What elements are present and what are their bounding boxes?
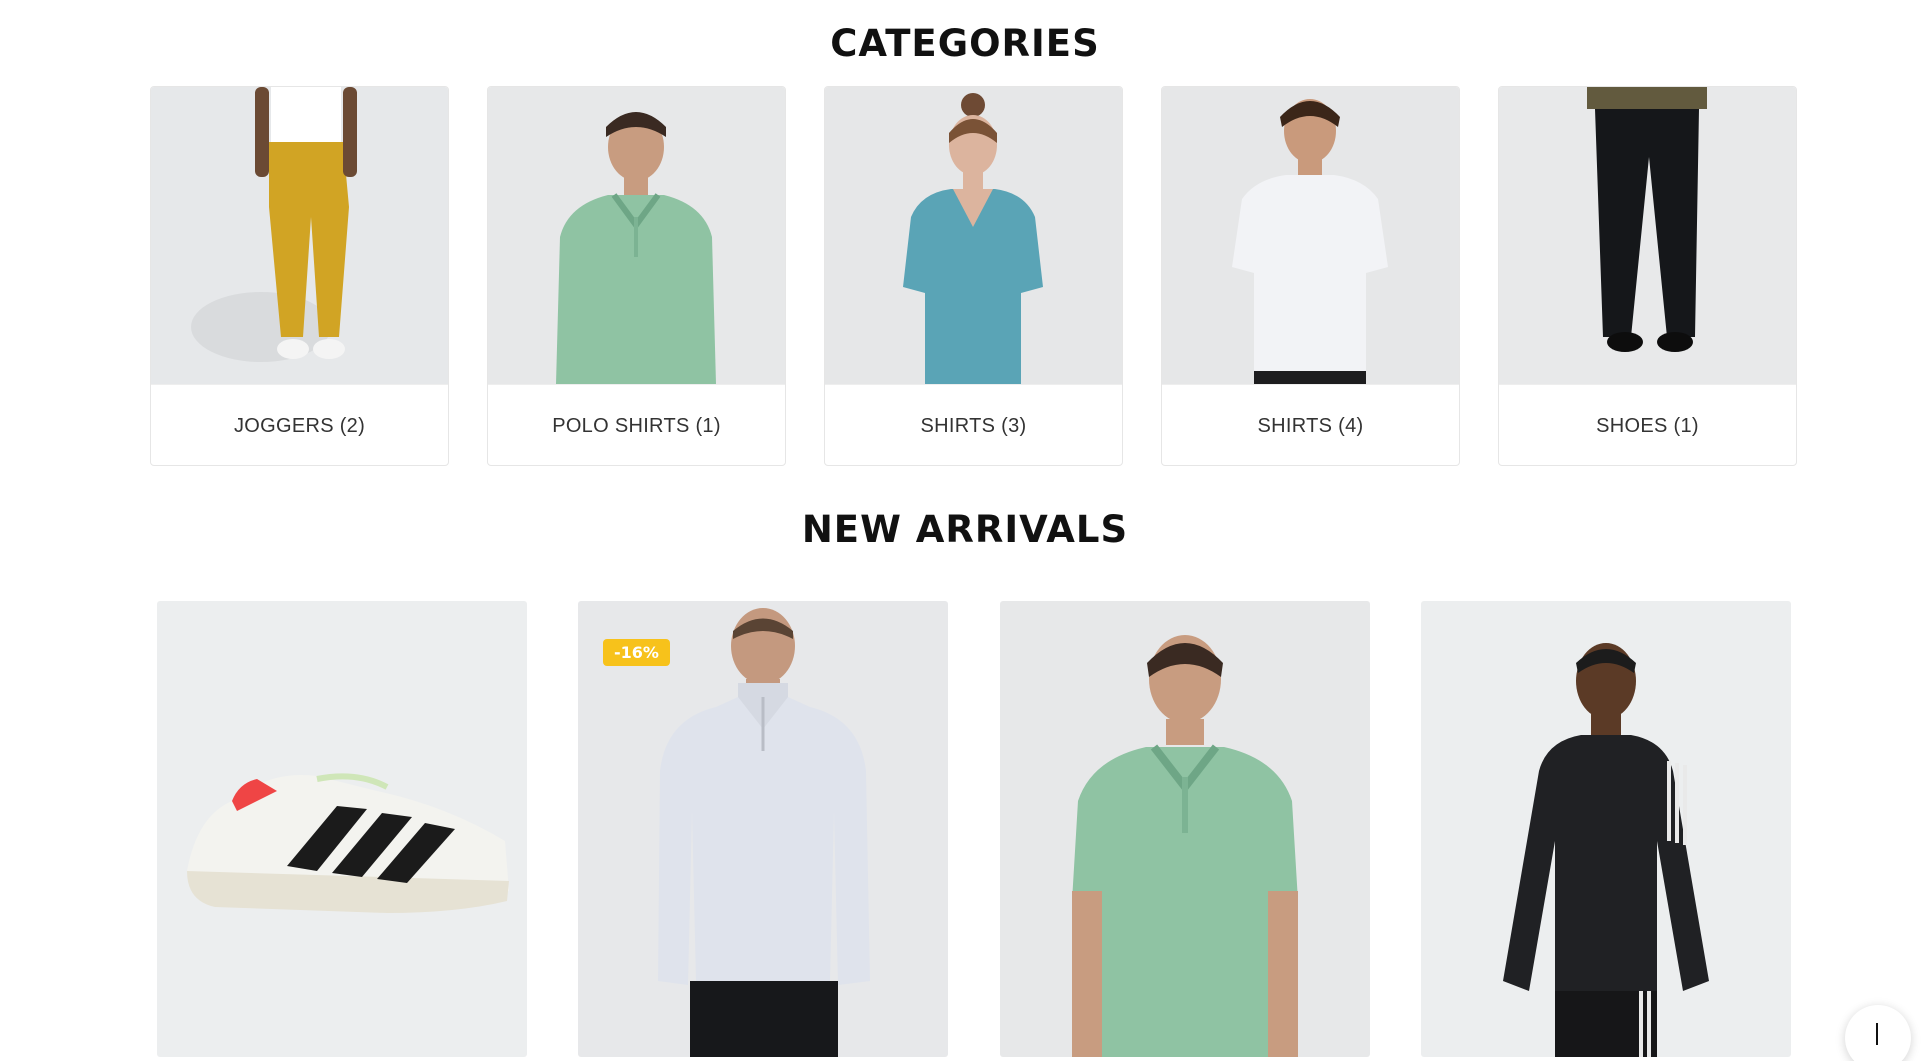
product-image-running-shoe: [157, 601, 527, 1057]
category-card-shoes[interactable]: SHOES (1): [1498, 86, 1797, 466]
category-card-shirts-3[interactable]: SHIRTS (3): [824, 86, 1123, 466]
product-card[interactable]: [1421, 601, 1791, 1057]
category-label: SHOES (1): [1499, 384, 1796, 465]
category-card-shirts-4[interactable]: SHIRTS (4): [1161, 86, 1460, 466]
categories-title: CATEGORIES: [830, 22, 1100, 65]
categories-grid: JOGGERS (2) POLO SHIRTS (1) SHIRTS (3) S…: [150, 86, 1798, 466]
category-image-black-trousers: [1499, 87, 1796, 384]
discount-badge: -16%: [603, 639, 670, 666]
product-card[interactable]: -16%: [578, 601, 948, 1057]
category-image-joggers: [151, 87, 448, 384]
category-card-joggers[interactable]: JOGGERS (2): [150, 86, 449, 466]
product-image-quarter-zip: [578, 601, 948, 1057]
category-label: SHIRTS (3): [825, 384, 1122, 465]
new-arrivals-grid: -16%: [157, 601, 1791, 1061]
product-image-green-polo: [1000, 601, 1370, 1057]
category-image-polo: [488, 87, 785, 384]
category-image-vneck-tee: [825, 87, 1122, 384]
floating-action-button[interactable]: [1845, 1005, 1911, 1061]
category-label: POLO SHIRTS (1): [488, 384, 785, 465]
new-arrivals-title: NEW ARRIVALS: [801, 508, 1129, 551]
category-label: JOGGERS (2): [151, 384, 448, 465]
cursor-bar-icon: [1876, 1023, 1878, 1045]
category-card-polo-shirts[interactable]: POLO SHIRTS (1): [487, 86, 786, 466]
product-card[interactable]: [1000, 601, 1370, 1057]
product-card[interactable]: [157, 601, 527, 1057]
category-image-white-tee: [1162, 87, 1459, 384]
product-image-black-longsleeve: [1421, 601, 1791, 1057]
category-label: SHIRTS (4): [1162, 384, 1459, 465]
